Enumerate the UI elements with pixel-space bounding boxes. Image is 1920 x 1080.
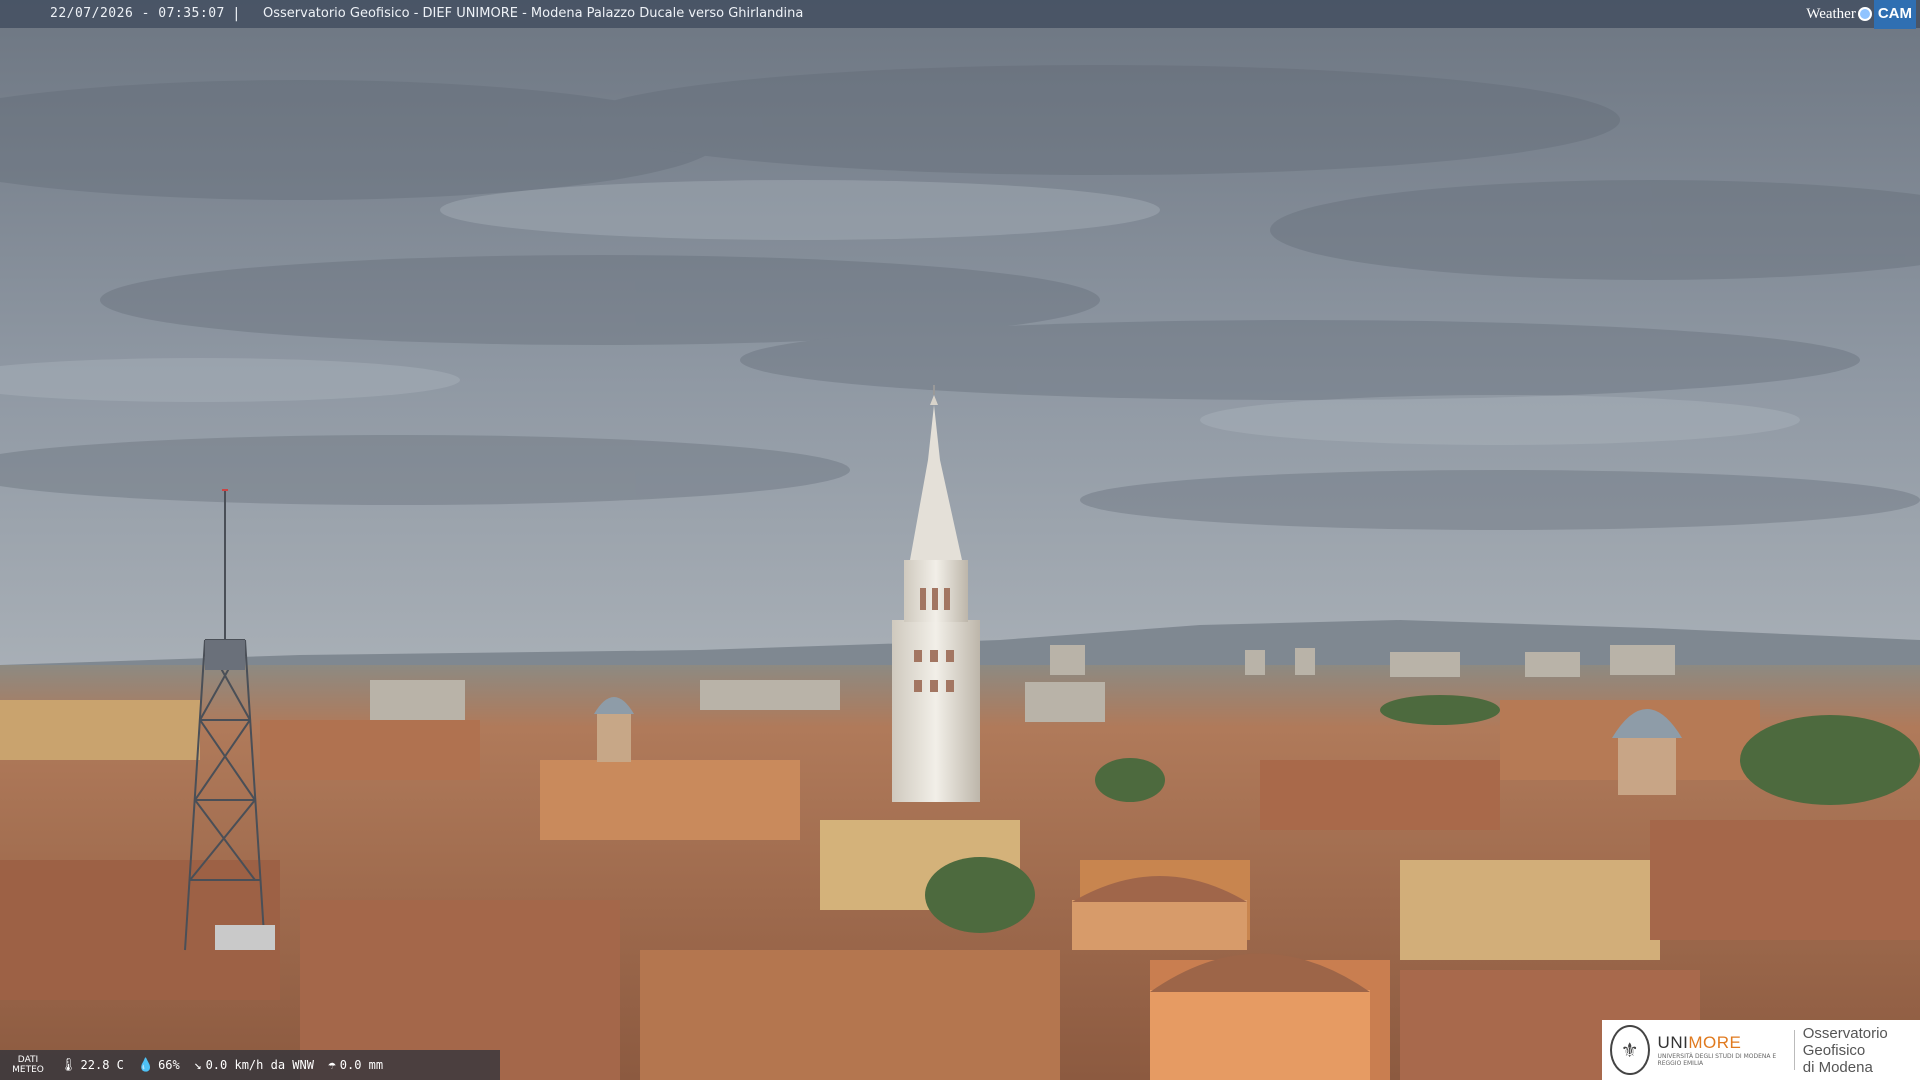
- brand-weather-text: Weather: [1806, 6, 1856, 22]
- weather-data-bar: DATI METEO 🌡 22.8 C 💧 66% ↘ 0.0 km/h da …: [0, 1050, 500, 1080]
- temperature-value: 22.8 C: [80, 1058, 124, 1072]
- observatory-name: Osservatorio Geofisico di Modena: [1802, 1024, 1888, 1076]
- rain-value: 0.0 mm: [339, 1058, 384, 1072]
- header-separator: |: [234, 6, 239, 22]
- webcam-scene: [0, 0, 1920, 1080]
- dome-left: [594, 697, 634, 762]
- wind-reading: ↘ 0.0 km/h da WNW: [194, 1058, 314, 1073]
- rain-reading: ☂ 0.0 mm: [328, 1058, 383, 1073]
- rain-icon: ☂: [327, 1057, 336, 1073]
- timestamp: 22/07/2026 - 07:35:07: [50, 6, 225, 21]
- humidity-value: 66%: [158, 1058, 180, 1072]
- brand-dot-icon: [1857, 7, 1872, 21]
- brand-cam-text: CAM: [1873, 0, 1916, 29]
- meteo-label: DATI METEO: [12, 1055, 44, 1075]
- university-seal-icon: ⚜: [1610, 1025, 1650, 1075]
- logo-divider: [1793, 1030, 1795, 1070]
- humidity-reading: 💧 66%: [138, 1058, 180, 1073]
- wind-icon: ↘: [193, 1057, 202, 1073]
- unimore-subtitle: UNIVERSITÀ DEGLI STUDI DI MODENA E REGGI…: [1657, 1053, 1777, 1067]
- unimore-wordmark: UNIMORE UNIVERSITÀ DEGLI STUDI DI MODENA…: [1658, 1033, 1786, 1067]
- unimore-logo-panel: ⚜ UNIMORE UNIVERSITÀ DEGLI STUDI DI MODE…: [1602, 1020, 1920, 1080]
- weathercam-logo: Weather CAM: [1806, 0, 1916, 29]
- webcam-header-bar: 22/07/2026 - 07:35:07 | Osservatorio Geo…: [0, 0, 1920, 29]
- camera-title: Osservatorio Geofisico - DIEF UNIMORE - …: [263, 6, 804, 21]
- wind-value: 0.0 km/h da WNW: [205, 1058, 314, 1072]
- temperature-reading: 🌡 22.8 C: [60, 1058, 124, 1073]
- humidity-drop-icon: 💧: [137, 1057, 155, 1073]
- thermometer-icon: 🌡: [60, 1057, 77, 1073]
